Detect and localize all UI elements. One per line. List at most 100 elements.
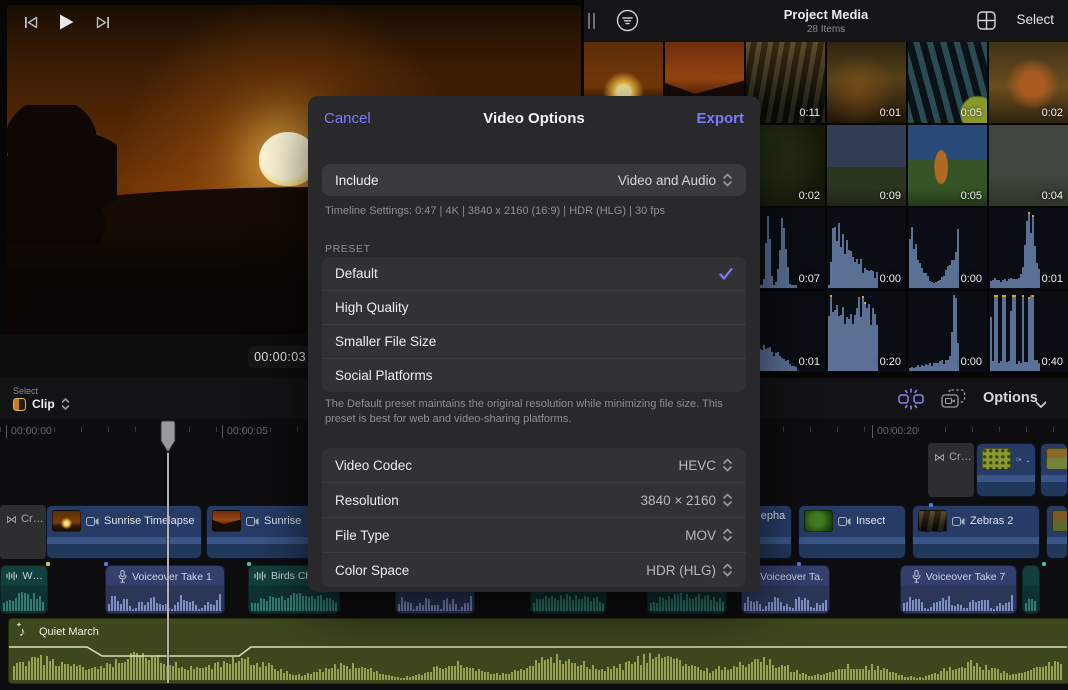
export-setting-row[interactable]: Video CodecHEVC xyxy=(322,448,746,482)
transition-icon: ⋈ xyxy=(6,513,17,526)
skip-forward-icon[interactable] xyxy=(94,0,112,44)
audio-clip-waveform xyxy=(903,590,1014,611)
playhead-handle[interactable] xyxy=(160,420,176,459)
media-item[interactable]: 0:05 xyxy=(908,125,987,206)
camera-icon xyxy=(86,517,99,526)
media-item[interactable]: 0:01 xyxy=(827,42,906,123)
options-button[interactable]: Options xyxy=(983,390,1038,406)
media-item[interactable]: 0:05 xyxy=(908,42,987,123)
media-item[interactable]: 0:20 xyxy=(827,291,906,372)
export-setting-row[interactable]: Resolution3840 × 2160 xyxy=(322,482,746,517)
timeline-settings-text: Timeline Settings: 0:47 | 4K | 3840 x 21… xyxy=(325,205,746,217)
clip-label: Insect xyxy=(856,515,885,527)
clip-label: Voiceover Ta… xyxy=(760,571,824,583)
setting-value: HDR (HLG) xyxy=(646,563,716,578)
select-eyebrow-label: Select xyxy=(13,386,38,396)
microphone-icon xyxy=(912,570,921,583)
audio-clip-waveform xyxy=(1025,590,1037,611)
audio-clip-waveform xyxy=(3,590,45,611)
timeline-video-clip[interactable]: Sunrise Timelapse xyxy=(46,505,202,559)
media-item-duration: 0:01 xyxy=(1042,273,1063,285)
export-settings-list: Video CodecHEVCResolution3840 × 2160File… xyxy=(322,448,746,587)
preset-option[interactable]: Smaller File Size xyxy=(322,324,746,358)
audio-fx-clip[interactable]: W… xyxy=(0,565,48,614)
media-item-duration: 0:20 xyxy=(880,356,901,368)
media-item[interactable]: 0:00 xyxy=(908,208,987,289)
transition-label: Cr… xyxy=(21,513,44,525)
split-clip-icon[interactable] xyxy=(897,388,925,415)
grid-view-icon[interactable] xyxy=(977,11,996,35)
timeline-video-clip[interactable]: Zebras 2 xyxy=(912,505,1040,559)
transition-icon: ⋈ xyxy=(934,451,945,464)
clip-thumbnail xyxy=(1052,510,1068,532)
include-value: Video and Audio xyxy=(618,173,716,188)
setting-value: HEVC xyxy=(678,458,716,473)
media-item[interactable]: 0:01 xyxy=(989,208,1068,289)
preset-label: Social Platforms xyxy=(335,368,433,383)
skip-back-icon[interactable] xyxy=(22,0,40,44)
setting-label: File Type xyxy=(335,528,390,543)
clip-selector[interactable]: Clip xyxy=(13,397,70,411)
preset-label: Smaller File Size xyxy=(335,334,436,349)
export-setting-row[interactable]: File TypeMOV xyxy=(322,517,746,552)
transition-clip[interactable]: ⋈ Cr… xyxy=(928,443,974,497)
media-select-button[interactable]: Select xyxy=(1016,12,1054,27)
media-item-duration: 0:11 xyxy=(799,107,820,119)
timeline-video-clip[interactable]: Insect xyxy=(798,505,906,559)
timeline-video-clip[interactable]: … xyxy=(976,443,1036,497)
ruler-timecode-label: 00:00:00 xyxy=(6,425,52,438)
ruler-timecode-label: 00:00:05 xyxy=(222,425,268,438)
include-selector[interactable]: Include Video and Audio xyxy=(322,164,746,196)
media-item[interactable]: 0:40 xyxy=(989,291,1068,372)
overlay-pip-icon[interactable] xyxy=(941,389,966,414)
media-item-duration: 0:05 xyxy=(961,107,982,119)
preset-option[interactable]: Social Platforms xyxy=(322,358,746,392)
camera-icon xyxy=(952,517,965,526)
clip-label: W… xyxy=(22,570,42,582)
audio-clip-waveform xyxy=(108,590,222,611)
audio-clip-waveform xyxy=(251,590,337,611)
clip-marker-dot xyxy=(1042,562,1046,566)
media-item-duration: 0:00 xyxy=(880,273,901,285)
media-item[interactable]: 0:04 xyxy=(989,125,1068,206)
audio-fx-clip[interactable] xyxy=(1022,565,1040,614)
media-item[interactable]: 0:02 xyxy=(989,42,1068,123)
timecode-display: 00:00:03 xyxy=(248,346,312,368)
timeline-video-clip[interactable] xyxy=(1040,443,1068,497)
transition-label: Cr… xyxy=(949,451,972,463)
export-setting-row[interactable]: Color SpaceHDR (HLG) xyxy=(322,552,746,587)
setting-label: Resolution xyxy=(335,493,399,508)
clip-thumbnail xyxy=(1046,448,1068,470)
voiceover-clip[interactable]: Voiceover Take 1 xyxy=(105,565,225,614)
preset-option[interactable]: Default xyxy=(322,257,746,290)
clip-label: Sunrise Timelapse xyxy=(104,515,195,527)
clip-thumbnail xyxy=(804,510,833,532)
media-item-duration: 0:01 xyxy=(799,356,820,368)
preset-label: Default xyxy=(335,266,378,281)
clip-marker-dot xyxy=(247,562,251,566)
media-item-duration: 0:09 xyxy=(880,190,901,202)
voiceover-clip[interactable]: Voiceover Take 7 xyxy=(900,565,1017,614)
preset-label: High Quality xyxy=(335,300,409,315)
video-options-dialog: Video Options Cancel Export Include Vide… xyxy=(308,96,760,592)
preset-section-header: PRESET xyxy=(325,243,371,255)
transition-clip[interactable]: ⋈ Cr… xyxy=(0,505,46,559)
playhead-line[interactable] xyxy=(167,421,169,683)
media-item-duration: 0:04 xyxy=(1042,190,1063,202)
media-item[interactable]: 0:00 xyxy=(827,208,906,289)
media-item-duration: 0:00 xyxy=(961,356,982,368)
play-icon[interactable] xyxy=(55,0,77,44)
media-item[interactable]: 0:00 xyxy=(908,291,987,372)
waveform-icon xyxy=(254,571,266,581)
media-item[interactable]: 0:09 xyxy=(827,125,906,206)
chevron-updown-icon xyxy=(722,457,733,473)
export-button[interactable]: Export xyxy=(696,110,744,127)
cancel-button[interactable]: Cancel xyxy=(324,110,371,127)
timeline-video-clip[interactable] xyxy=(1046,505,1068,559)
clip-thumbnail xyxy=(918,510,947,532)
ruler-timecode-label: 00:00:20 xyxy=(872,425,918,438)
media-item-duration: 0:07 xyxy=(799,273,820,285)
camera-icon xyxy=(246,517,259,526)
preset-option[interactable]: High Quality xyxy=(322,290,746,324)
chevron-down-icon[interactable] xyxy=(1035,396,1047,414)
